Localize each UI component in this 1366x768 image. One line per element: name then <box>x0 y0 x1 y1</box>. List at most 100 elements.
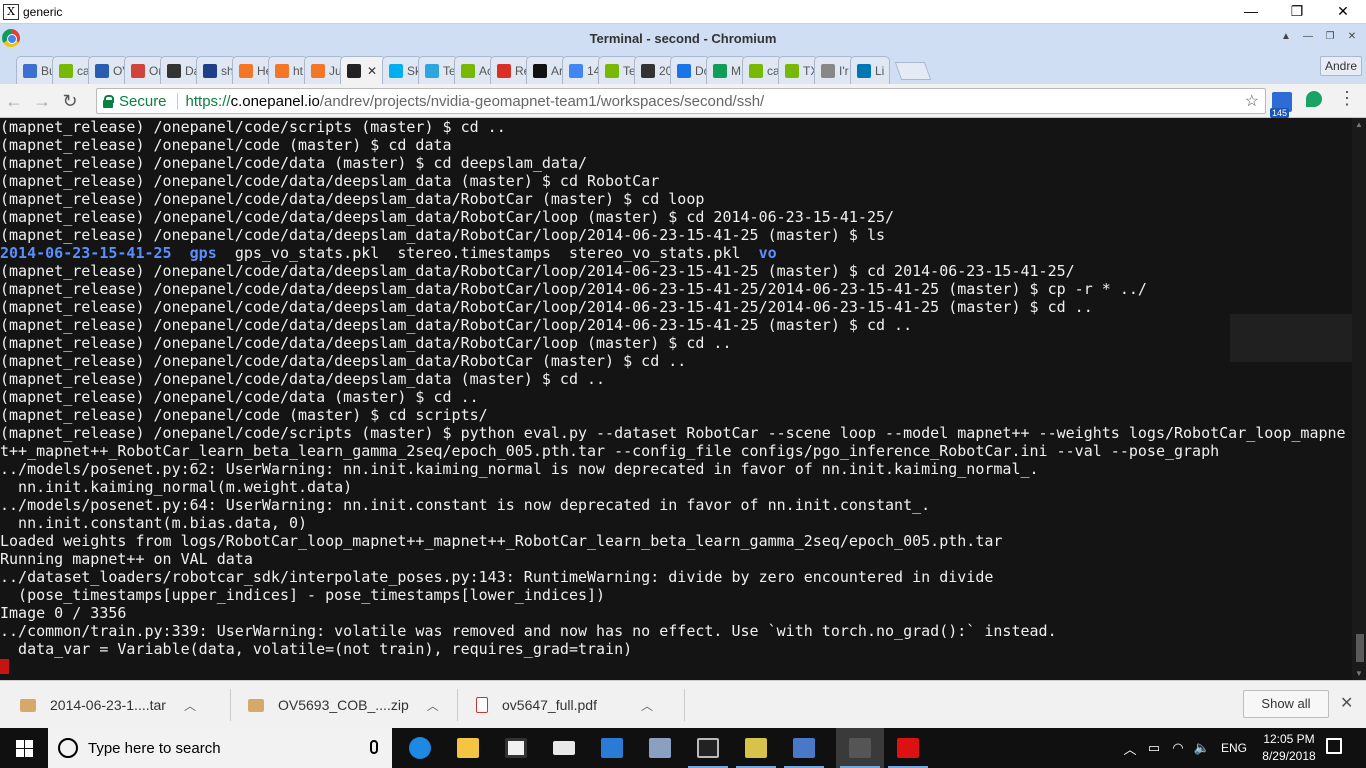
browser-tab[interactable]: Li <box>850 56 890 84</box>
chevron-up-icon[interactable]: ︿ <box>427 697 439 714</box>
terminal-line: Running mapnet++ on VAL data <box>0 550 253 568</box>
browser-tab[interactable]: ca <box>742 56 782 84</box>
extension-badge-icon[interactable]: 145 <box>1270 92 1292 118</box>
edge-icon[interactable] <box>396 728 444 768</box>
download-filename[interactable]: 2014-06-23-1....tar <box>50 697 166 713</box>
nvidia-icon <box>461 63 475 78</box>
volume-icon[interactable]: 🔈 <box>1190 740 1214 756</box>
browser-tab[interactable]: Ar <box>526 56 566 84</box>
maximize-button[interactable]: ❐ <box>1320 30 1340 44</box>
terminal-line: nn.init.kaiming_normal(m.weight.data) <box>0 478 353 496</box>
browser-tab[interactable]: M <box>706 56 746 84</box>
browser-tab[interactable]: TX <box>778 56 818 84</box>
x-minimize-button[interactable]: — <box>1228 0 1274 24</box>
browser-tab[interactable]: OV <box>88 56 128 84</box>
download-filename[interactable]: OV5693_COB_....zip <box>278 697 409 713</box>
browser-tab[interactable]: Da <box>160 56 200 84</box>
download-filename[interactable]: ov5647_full.pdf <box>502 697 597 713</box>
battery-icon[interactable]: ▭ <box>1142 740 1166 756</box>
taskbar-clock[interactable]: 12:05 PM 8/29/2018 <box>1258 731 1320 765</box>
browser-tab[interactable]: Dc <box>670 56 710 84</box>
chevron-up-icon[interactable]: ︿ <box>1118 739 1142 758</box>
forward-button[interactable]: → <box>28 87 56 115</box>
url-host[interactable]: c.onepanel.io <box>231 93 320 110</box>
browser-tab[interactable]: Te <box>418 56 458 84</box>
close-download-shelf-icon[interactable]: ✕ <box>1340 693 1353 713</box>
browser-tab[interactable]: He <box>232 56 272 84</box>
network-tool-icon[interactable] <box>780 728 828 768</box>
browser-tab[interactable]: ca <box>52 56 92 84</box>
remote-desktop-icon[interactable] <box>588 728 636 768</box>
file-explorer-icon[interactable] <box>444 728 492 768</box>
browser-tab[interactable]: I'r <box>814 56 854 84</box>
microphone-icon[interactable] <box>370 740 378 754</box>
download-item[interactable]: ov5647_full.pdf ︿ <box>476 681 653 729</box>
address-bar[interactable]: Secure https://c.onepanel.io/andrev/proj… <box>96 88 1266 114</box>
terminal-scrollbar[interactable]: ▲ ▼ <box>1352 118 1366 680</box>
browser-tab[interactable]: Ac <box>454 56 494 84</box>
new-tab-button[interactable] <box>894 62 932 80</box>
language-indicator[interactable]: ENG <box>1214 741 1254 755</box>
reload-button[interactable]: ↻ <box>56 87 84 115</box>
terminal-icon[interactable] <box>684 728 732 768</box>
store-icon[interactable] <box>492 728 540 768</box>
profile-button[interactable]: Andre <box>1319 56 1362 76</box>
browser-tab[interactable]: Or <box>124 56 164 84</box>
app-icon[interactable] <box>636 728 684 768</box>
browser-tab[interactable]: 20 <box>634 56 674 84</box>
terminal-line: (mapnet_release) /onepanel/code/data (ma… <box>0 154 587 172</box>
browser-tab[interactable]: Bu <box>16 56 56 84</box>
browser-tab[interactable]: Ju <box>304 56 344 84</box>
show-all-button[interactable]: Show all <box>1243 690 1329 718</box>
mail-icon[interactable] <box>540 728 588 768</box>
search-placeholder[interactable]: Type here to search <box>88 740 221 757</box>
url-scheme[interactable]: https:// <box>186 93 231 110</box>
red-app-icon[interactable] <box>884 728 932 768</box>
close-button[interactable]: ✕ <box>1342 30 1362 44</box>
tool-icon[interactable] <box>732 728 780 768</box>
terminal-side-overlay[interactable] <box>1230 314 1366 362</box>
browser-tab[interactable]: Te <box>598 56 638 84</box>
url-path[interactable]: /andrev/projects/nvidia-geomapnet-team1/… <box>320 93 764 110</box>
xming-icon: X <box>3 3 19 20</box>
terminal-view[interactable]: (mapnet_release) /onepanel/code/scripts … <box>0 118 1366 680</box>
terminal-prompt-line[interactable] <box>0 658 1350 676</box>
xming-taskbar-icon[interactable] <box>836 728 884 768</box>
download-item[interactable]: OV5693_COB_....zip ︿ <box>248 681 439 729</box>
x-window-controls: — ❐ ✕ <box>1228 0 1366 24</box>
browser-menu-button[interactable]: ⋮ <box>1338 88 1356 109</box>
chevron-up-icon[interactable]: ︿ <box>184 697 196 714</box>
scroll-up-arrow-icon[interactable]: ▲ <box>1355 120 1363 129</box>
download-icon <box>677 63 691 78</box>
chromium-titlebar: Terminal - second - Chromium ▲ — ❐ ✕ <box>0 24 1366 52</box>
taskbar-search-box[interactable]: Type here to search <box>48 728 392 768</box>
windows-start-button[interactable] <box>0 728 48 768</box>
secure-label[interactable]: Secure <box>119 92 178 110</box>
x-restore-button[interactable]: ❐ <box>1274 0 1320 24</box>
back-button[interactable]: ← <box>0 87 28 115</box>
wifi-icon[interactable]: ◠ <box>1166 740 1190 756</box>
terminal-line: (pose_timestamps[upper_indices] - pose_t… <box>0 586 606 604</box>
tab-close-icon[interactable]: ✕ <box>367 64 377 78</box>
browser-tab[interactable]: sh <box>196 56 236 84</box>
tab-label: M <box>731 63 741 78</box>
browser-tab[interactable]: 14 <box>562 56 602 84</box>
scrollbar-thumb[interactable] <box>1356 634 1364 662</box>
lock-icon[interactable] <box>103 95 114 108</box>
browser-tab[interactable]: ht <box>268 56 308 84</box>
jupyter-icon <box>239 63 253 78</box>
chevron-up-icon[interactable]: ︿ <box>641 697 653 714</box>
download-item[interactable]: 2014-06-23-1....tar ︿ <box>20 681 196 729</box>
x-close-button[interactable]: ✕ <box>1320 0 1366 24</box>
scroll-up-icon[interactable]: ▲ <box>1276 30 1296 44</box>
extension-green-icon[interactable] <box>1306 91 1322 107</box>
chromium-logo-icon[interactable] <box>2 29 20 47</box>
notification-center-icon[interactable] <box>1326 738 1342 754</box>
browser-tab[interactable]: Sk <box>382 56 422 84</box>
cortana-icon[interactable] <box>58 738 78 758</box>
minimize-button[interactable]: — <box>1298 30 1318 44</box>
scroll-down-arrow-icon[interactable]: ▼ <box>1355 669 1363 678</box>
bookmark-star-icon[interactable]: ☆ <box>1245 91 1259 111</box>
browser-tab[interactable]: ✕ <box>340 56 386 84</box>
browser-tab[interactable]: Re <box>490 56 530 84</box>
